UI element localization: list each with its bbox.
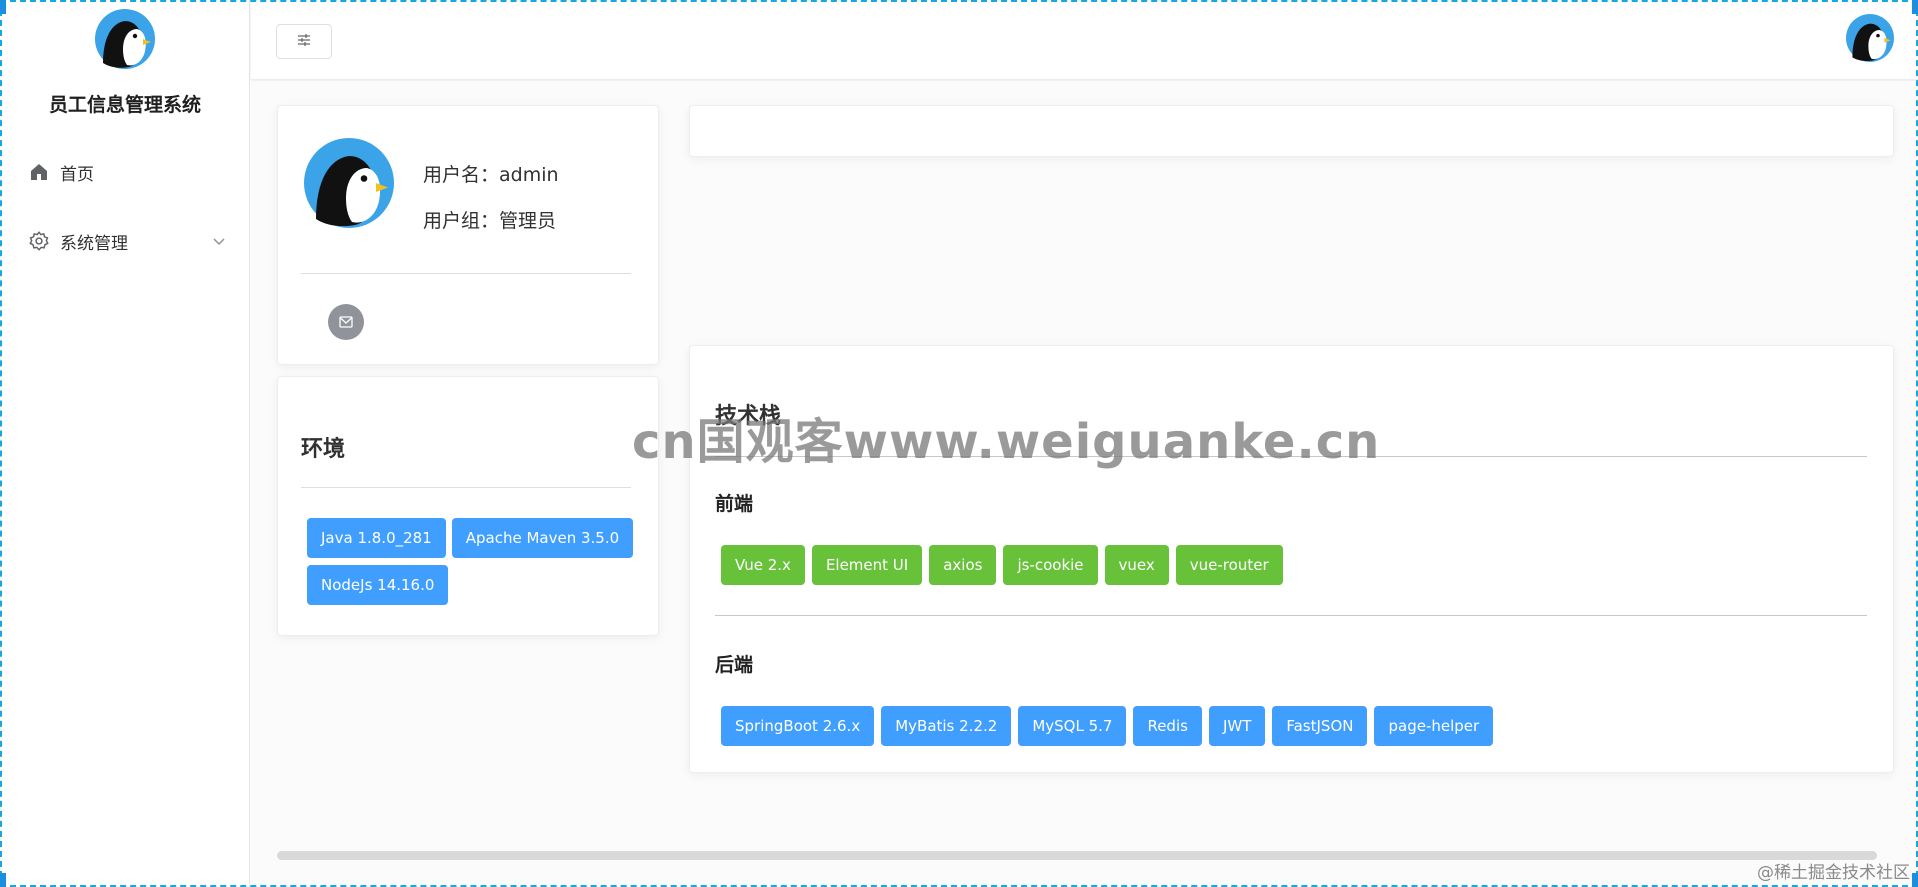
usergroup-label: 用户组： xyxy=(423,210,500,232)
backend-tag: page-helper xyxy=(1374,706,1494,746)
frontend-tag: Vue 2.x xyxy=(721,545,805,585)
frontend-tag: js-cookie xyxy=(1003,545,1098,585)
profile-card: 用户名：admin 用户组：管理员 xyxy=(277,105,659,365)
user-info: 用户名：admin 用户组：管理员 xyxy=(423,152,559,244)
env-tag: Apache Maven 3.5.0 xyxy=(451,518,634,558)
backend-tag-list: SpringBoot 2.6.x MyBatis 2.2.2 MySQL 5.7… xyxy=(721,706,1494,746)
frontend-tag: Element UI xyxy=(811,545,923,585)
sidebar: 员工信息管理系统 首页 系统管理 xyxy=(0,0,250,887)
env-tag: NodeJs 14.16.0 xyxy=(307,565,449,605)
top-header xyxy=(251,0,1918,80)
backend-tag: SpringBoot 2.6.x xyxy=(721,706,875,746)
horizontal-scrollbar[interactable] xyxy=(277,851,1877,860)
main-content: 用户名：admin 用户组：管理员 环境 Java 1.8.0_281 Apac… xyxy=(251,81,1918,887)
divider xyxy=(301,487,631,488)
mail-icon xyxy=(339,313,353,332)
divider xyxy=(301,273,631,274)
username-row: 用户名：admin xyxy=(423,152,559,198)
environment-title: 环境 xyxy=(301,437,346,462)
frontend-tag: axios xyxy=(929,545,997,585)
sliders-icon xyxy=(297,32,311,51)
frame-corner xyxy=(0,873,6,887)
sidebar-item-label: 系统管理 xyxy=(60,233,128,254)
env-tag: Java 1.8.0_281 xyxy=(307,518,446,558)
sidebar-item-home[interactable]: 首页 xyxy=(0,144,250,200)
backend-tag: MySQL 5.7 xyxy=(1018,706,1127,746)
sidebar-item-system[interactable]: 系统管理 xyxy=(0,213,250,269)
penguin-logo-icon xyxy=(93,9,157,69)
credit-text: @稀土掘金技术社区 xyxy=(1757,863,1910,883)
usergroup-value: 管理员 xyxy=(499,210,557,232)
backend-tag: MyBatis 2.2.2 xyxy=(881,706,1012,746)
watermark-text: cn国观客www.weiguanke.cn xyxy=(632,414,1381,470)
frontend-tag: vue-router xyxy=(1175,545,1283,585)
backend-tag: JWT xyxy=(1208,706,1266,746)
frontend-title: 前端 xyxy=(715,493,754,515)
environment-tag-list: Java 1.8.0_281 Apache Maven 3.5.0 NodeJs… xyxy=(307,518,637,605)
mail-button[interactable] xyxy=(328,304,364,340)
frame-corner xyxy=(1912,0,1918,14)
sidebar-item-label: 首页 xyxy=(60,164,94,185)
frontend-tag: vuex xyxy=(1104,545,1169,585)
backend-tag: Redis xyxy=(1133,706,1202,746)
frontend-tag-list: Vue 2.x Element UI axios js-cookie vuex … xyxy=(721,545,1283,585)
top-panel xyxy=(689,105,1894,157)
frame-corner xyxy=(0,0,6,14)
environment-card: 环境 Java 1.8.0_281 Apache Maven 3.5.0 Nod… xyxy=(277,376,659,636)
sidebar-toggle-button[interactable] xyxy=(276,24,332,59)
backend-title: 后端 xyxy=(715,654,754,676)
user-avatar[interactable] xyxy=(1844,14,1896,62)
username-label: 用户名： xyxy=(423,164,500,186)
profile-avatar xyxy=(301,137,397,229)
app-title: 员工信息管理系统 xyxy=(48,94,201,116)
gear-icon xyxy=(28,230,50,252)
frame-corner xyxy=(1912,873,1918,887)
divider xyxy=(715,615,1867,616)
usergroup-row: 用户组：管理员 xyxy=(423,198,559,244)
backend-tag: FastJSON xyxy=(1272,706,1368,746)
home-icon xyxy=(28,161,50,183)
username-value: admin xyxy=(499,164,559,186)
chevron-down-icon xyxy=(212,233,226,247)
